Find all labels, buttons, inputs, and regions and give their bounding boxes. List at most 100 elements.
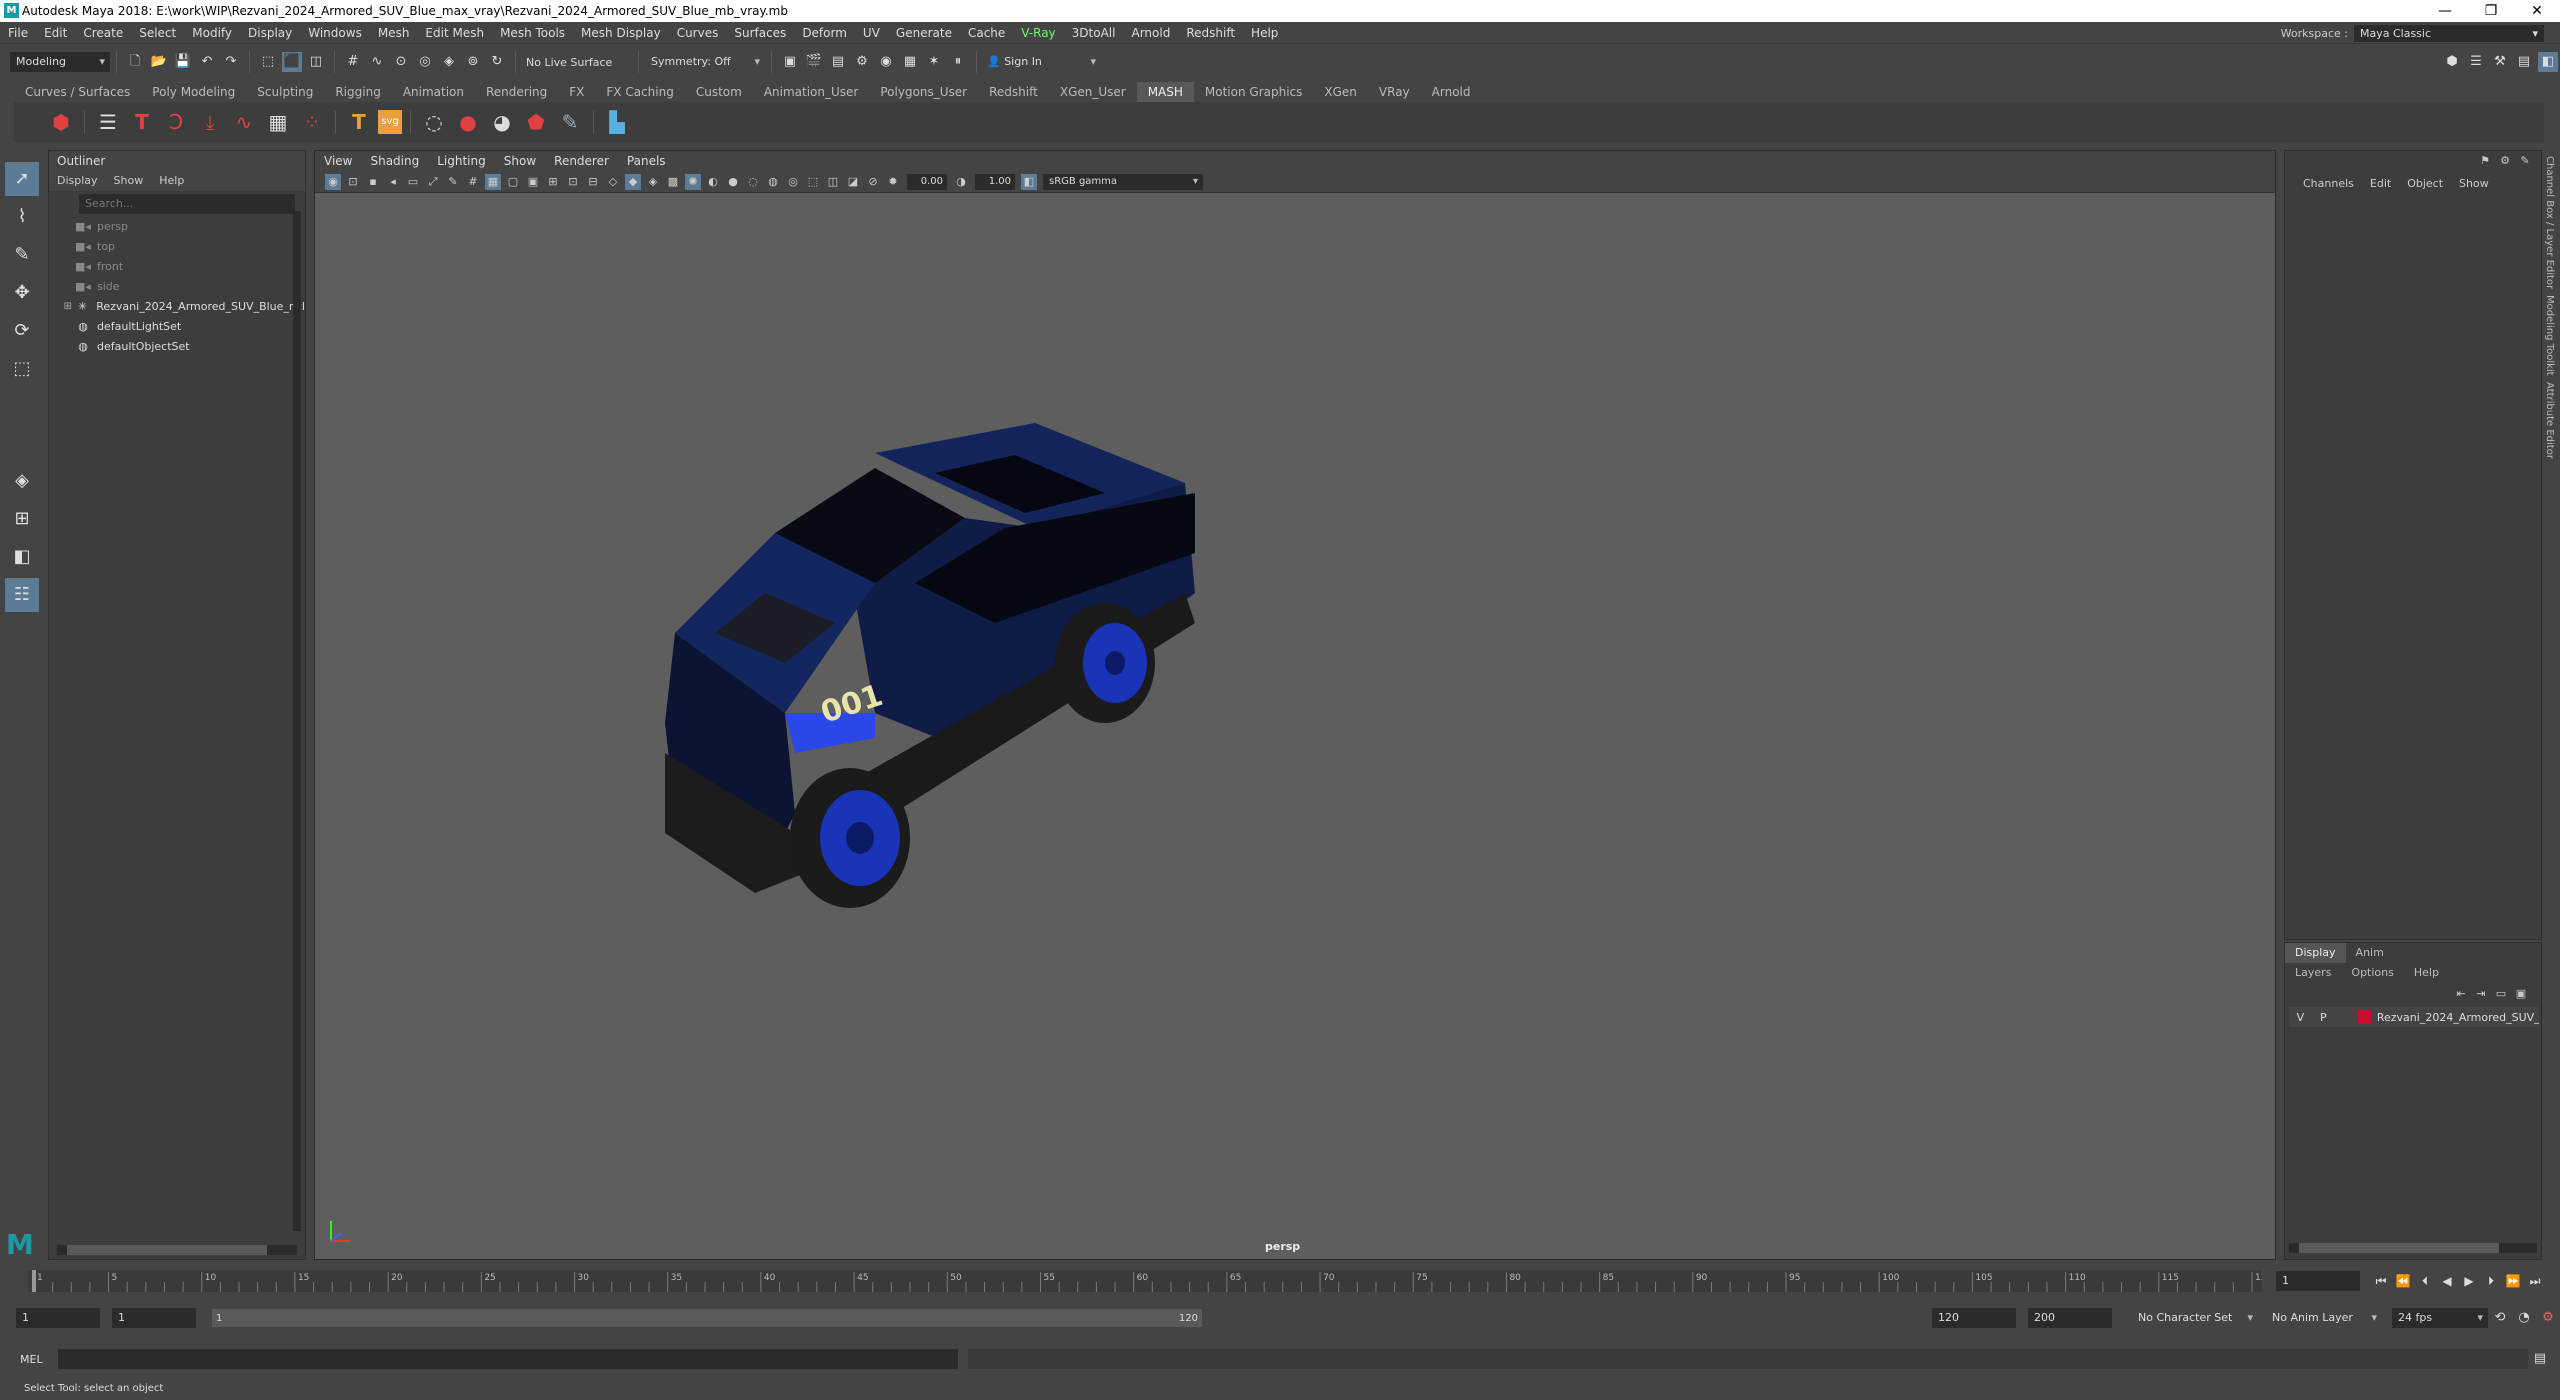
close-button[interactable]: ✕	[2514, 0, 2560, 22]
side-tab-channel-box[interactable]: Channel Box / Layer Editor	[2544, 156, 2555, 289]
move-tool-icon[interactable]: ✥	[5, 276, 39, 310]
persp-outliner-layout-icon[interactable]: ◧	[5, 540, 39, 574]
mash-curve-icon[interactable]: Ↄ	[161, 107, 191, 137]
step-back-frame-icon[interactable]: ⏪	[2392, 1270, 2414, 1292]
character-set-dropdown[interactable]: No Character Set	[2132, 1308, 2258, 1328]
grease-pencil-icon[interactable]: ✎	[445, 174, 461, 190]
channel-box-toggle-icon[interactable]: ▤	[2514, 52, 2534, 72]
scrollbar-thumb[interactable]	[2299, 1243, 2499, 1253]
mash-outliner-icon[interactable]: ☰	[93, 107, 123, 137]
smooth-shade-icon[interactable]: ◆	[625, 173, 641, 190]
select-tool-icon[interactable]: ➚	[5, 162, 39, 196]
hypershade-icon[interactable]: ◉	[876, 52, 896, 72]
current-frame-field[interactable]: 1	[2276, 1271, 2360, 1291]
shelf-tab-rigging[interactable]: Rigging	[324, 82, 391, 102]
shelf-tab-arnold[interactable]: Arnold	[1421, 82, 1482, 102]
layer-tab-anim[interactable]: Anim	[2346, 943, 2394, 963]
redo-icon[interactable]: ↷	[221, 52, 241, 72]
pause-viewport-icon[interactable]: ⏸	[948, 52, 968, 72]
menu-windows[interactable]: Windows	[300, 22, 370, 44]
current-time-marker[interactable]	[32, 1270, 36, 1292]
channel-box-menu-edit[interactable]: Edit	[2362, 177, 2399, 190]
safe-title-icon[interactable]: ⊟	[585, 174, 601, 190]
menu-file[interactable]: File	[0, 22, 36, 44]
snap-live-icon[interactable]: ⊚	[463, 52, 483, 72]
outliner-item[interactable]: ■◂ front	[61, 257, 305, 277]
motion-blur-icon[interactable]: ◌	[745, 174, 761, 190]
render-setup-icon[interactable]: ▦	[900, 52, 920, 72]
history-icon[interactable]: ↻	[487, 52, 507, 72]
gamma-icon[interactable]: ◑	[953, 174, 969, 190]
use-all-lights-icon[interactable]: ✺	[685, 173, 701, 190]
shelf-tab-xgen-user[interactable]: XGen_User	[1049, 82, 1137, 102]
attribute-editor-toggle-icon[interactable]: ☰	[2466, 52, 2486, 72]
outliner-item[interactable]: ■◂ top	[61, 237, 305, 257]
outliner-layout-icon[interactable]: ☷	[5, 578, 39, 612]
symmetry-dropdown[interactable]: Symmetry: Off	[645, 52, 765, 72]
menu-arnold[interactable]: Arnold	[1123, 22, 1178, 44]
shelf-tab-motion-graphics[interactable]: Motion Graphics	[1194, 82, 1314, 102]
menu-generate[interactable]: Generate	[888, 22, 960, 44]
layer-color-swatch[interactable]	[2357, 1010, 2371, 1024]
playback-start-field[interactable]: 1	[112, 1308, 196, 1328]
view-transform-dropdown[interactable]: sRGB gamma	[1043, 173, 1203, 190]
shelf-tab-vray[interactable]: VRay	[1368, 82, 1421, 102]
render-current-icon[interactable]: 🎬	[804, 52, 824, 72]
open-scene-icon[interactable]: 📂	[149, 52, 169, 72]
layer-editor-scrollbar[interactable]	[2289, 1243, 2537, 1253]
expand-toggle[interactable]: ⊞	[61, 297, 75, 317]
channel-box-settings-icon[interactable]: ⚙	[2497, 153, 2513, 169]
menu-create[interactable]: Create	[75, 22, 131, 44]
menu-mesh[interactable]: Mesh	[370, 22, 418, 44]
menu-edit-mesh[interactable]: Edit Mesh	[417, 22, 492, 44]
shelf-tab-polygons-user[interactable]: Polygons_User	[869, 82, 978, 102]
paint-select-tool-icon[interactable]: ✎	[5, 238, 39, 272]
viewport-menu-lighting[interactable]: Lighting	[428, 151, 495, 171]
exposure-field[interactable]: 0.00	[907, 173, 947, 190]
layer-visibility-toggle[interactable]: V	[2289, 1011, 2312, 1024]
menu-display[interactable]: Display	[240, 22, 300, 44]
exposure-icon[interactable]: ✹	[885, 174, 901, 190]
menu-redshift[interactable]: Redshift	[1178, 22, 1243, 44]
film-gate-icon[interactable]: ▦	[485, 173, 501, 190]
minimize-button[interactable]: —	[2422, 0, 2468, 22]
step-forward-frame-icon[interactable]: ⏩	[2502, 1270, 2524, 1292]
mash-blend-icon[interactable]: ⬟	[521, 107, 551, 137]
select-component-icon[interactable]: ◫	[306, 52, 326, 72]
menu-cache[interactable]: Cache	[960, 22, 1013, 44]
select-object-icon[interactable]: ⬛	[282, 52, 302, 72]
mash-trails-icon[interactable]: ◌	[419, 107, 449, 137]
new-empty-layer-icon[interactable]: ▭	[2493, 986, 2509, 1002]
layer-menu-help[interactable]: Help	[2404, 963, 2449, 983]
menu-v-ray[interactable]: V-Ray	[1013, 22, 1063, 44]
mash-grid-icon[interactable]: ▦	[263, 107, 293, 137]
select-camera-icon[interactable]: ◉	[325, 173, 341, 190]
mash-dynamics-icon[interactable]: ◕	[487, 107, 517, 137]
outliner-item[interactable]: ◍ defaultObjectSet	[61, 337, 305, 357]
menu-curves[interactable]: Curves	[669, 22, 727, 44]
scene-end-field[interactable]: 200	[2028, 1308, 2112, 1328]
time-ruler[interactable]: 1 5 10 15 20 25 30 35 40 45 50 55 60 65 70 75 80 85 90 95 10…	[28, 1270, 2272, 1292]
render-view-icon[interactable]: ▣	[780, 52, 800, 72]
side-tab-modeling-toolkit[interactable]: Modeling Toolkit	[2544, 295, 2555, 376]
bookmarks-icon[interactable]: ◂	[385, 174, 401, 190]
layer-editor-toggle-icon[interactable]: ◧	[2538, 52, 2558, 72]
layer-tab-display[interactable]: Display	[2285, 943, 2346, 963]
menu-deform[interactable]: Deform	[794, 22, 855, 44]
grid-icon[interactable]: #	[465, 174, 481, 190]
play-forward-icon[interactable]: ▶	[2458, 1270, 2480, 1292]
channel-box-menu-channels[interactable]: Channels	[2295, 177, 2362, 190]
layer-menu-options[interactable]: Options	[2341, 963, 2403, 983]
channel-box-menu-object[interactable]: Object	[2399, 177, 2451, 190]
outliner-item[interactable]: ◍ defaultLightSet	[61, 317, 305, 337]
lasso-tool-icon[interactable]: ⌇	[5, 200, 39, 234]
save-scene-icon[interactable]: 💾	[173, 52, 193, 72]
shelf-tab-xgen[interactable]: XGen	[1313, 82, 1368, 102]
wireframe-on-shaded-icon[interactable]: ◈	[645, 174, 661, 190]
ipr-render-icon[interactable]: ▤	[828, 52, 848, 72]
mash-python-icon[interactable]: ▙	[602, 107, 632, 137]
single-perspective-view-icon[interactable]: ◈	[5, 464, 39, 498]
channel-box-pin-icon[interactable]: ✎	[2517, 153, 2533, 169]
mash-scatter-icon[interactable]: ⁘	[297, 107, 327, 137]
layer-playback-toggle[interactable]: P	[2312, 1011, 2335, 1024]
